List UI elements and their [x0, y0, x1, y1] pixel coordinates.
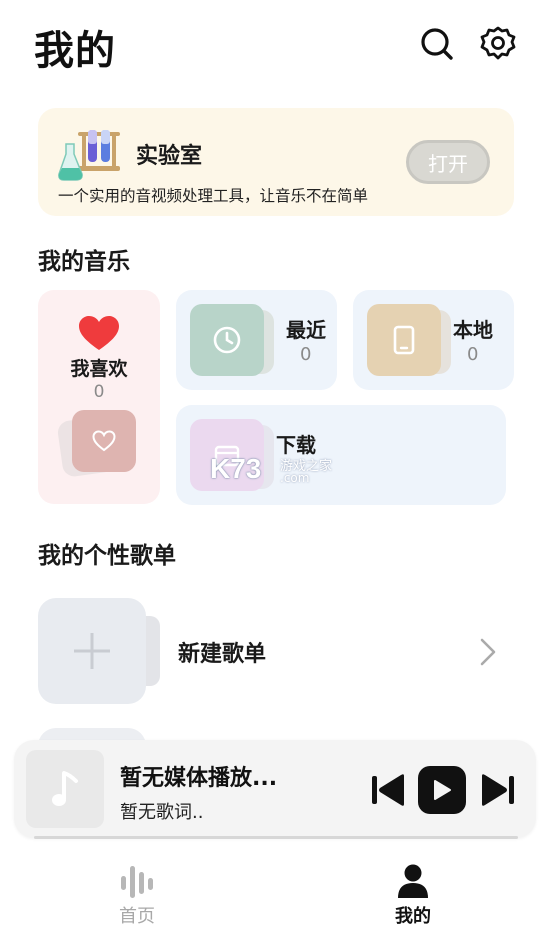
plus-icon — [74, 633, 110, 669]
recent-tile[interactable]: 最近 0 — [176, 290, 337, 390]
my-playlists-title: 我的个性歌单 — [38, 543, 176, 569]
download-label: 下载 — [276, 433, 316, 457]
lab-title: 实验室 — [136, 144, 203, 169]
nav-mine-label: 我的 — [395, 906, 431, 927]
music-note-icon — [26, 750, 104, 828]
test-tubes-icon — [58, 126, 122, 182]
lab-card[interactable]: 实验室 一个实用的音视频处理工具，让音乐不在简单 打开 — [38, 108, 514, 216]
favorites-label: 我喜欢 — [70, 358, 128, 380]
my-music-title: 我的音乐 — [38, 249, 130, 275]
watermark-domain: .com — [280, 471, 310, 485]
play-icon[interactable] — [418, 766, 466, 814]
favorites-count: 0 — [93, 382, 105, 402]
favorites-tile[interactable]: 我喜欢 0 — [38, 290, 160, 504]
local-tile[interactable]: 本地 0 — [353, 290, 514, 390]
download-tile[interactable]: 下载 K73 游戏之家 .com — [176, 405, 506, 505]
lab-description: 一个实用的音视频处理工具，让音乐不在简单 — [58, 187, 369, 205]
lab-open-button[interactable]: 打开 — [406, 140, 490, 184]
watermark-logo: K73 — [210, 453, 262, 484]
phone-icon — [367, 304, 441, 376]
recent-label: 最近 — [286, 318, 326, 342]
search-icon[interactable] — [417, 24, 457, 64]
page-title: 我的 — [34, 28, 116, 74]
gear-icon[interactable] — [478, 24, 518, 64]
new-playlist-button[interactable] — [38, 598, 146, 704]
nav-mine[interactable]: 我的 — [368, 864, 458, 928]
favorites-thumb — [72, 410, 136, 472]
clock-icon — [190, 304, 264, 376]
local-count: 0 — [467, 344, 479, 365]
mini-player[interactable]: 暂无媒体播放... 暂无歌词.. — [14, 740, 536, 838]
nav-home-label: 首页 — [119, 906, 155, 927]
new-playlist-label[interactable]: 新建歌单 — [178, 636, 266, 668]
waveform-icon — [121, 866, 153, 898]
chevron-right-icon[interactable] — [474, 632, 502, 672]
progress-bar[interactable] — [34, 836, 518, 839]
user-icon — [398, 864, 428, 898]
recent-count: 0 — [300, 344, 312, 365]
nav-home[interactable]: 首页 — [92, 864, 182, 928]
player-subtitle: 暂无歌词.. — [120, 802, 204, 823]
heart-outline-icon — [92, 430, 116, 452]
player-title: 暂无媒体播放... — [120, 766, 278, 791]
local-label: 本地 — [453, 318, 493, 342]
previous-icon[interactable] — [368, 770, 408, 810]
heart-icon — [78, 316, 120, 356]
next-icon[interactable] — [478, 770, 518, 810]
